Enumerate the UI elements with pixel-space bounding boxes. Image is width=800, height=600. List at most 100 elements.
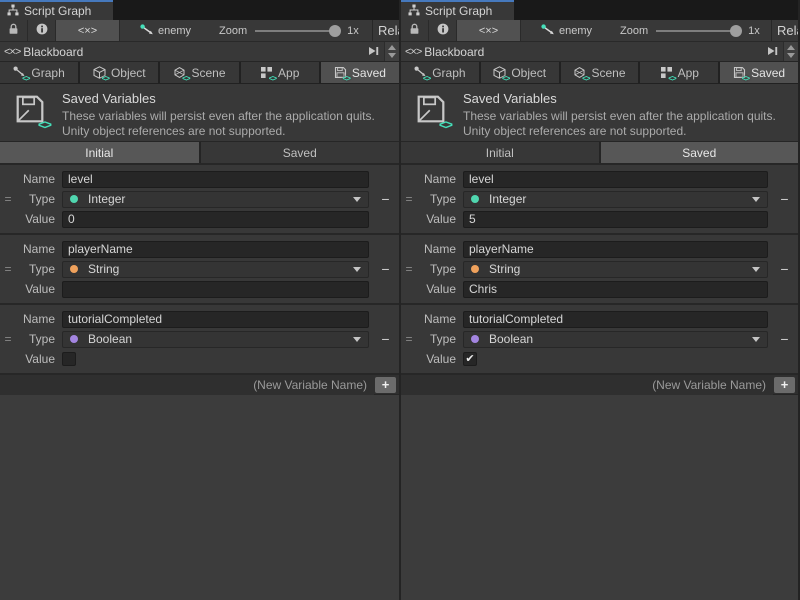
script-graph-window-tab[interactable]: Script Graph: [401, 0, 514, 20]
tab-initial[interactable]: Initial: [0, 142, 199, 163]
variable-name-input[interactable]: [62, 171, 369, 188]
new-variable-row: +: [0, 375, 399, 395]
add-variable-button[interactable]: +: [375, 377, 396, 393]
vs-brackets-icon: <>: [502, 75, 509, 83]
tab-saved[interactable]: <> Saved: [321, 62, 399, 83]
graph-toolbar: <×> enemy Zoom 1x Rela: [0, 20, 399, 42]
object-tab-icon: <>: [493, 66, 507, 80]
new-variable-input[interactable]: [401, 375, 773, 395]
variable-value-input[interactable]: [463, 281, 768, 298]
variable-group-tutorialcompleted: Name = Type Boolean −: [0, 305, 399, 373]
saved-variables-floppy-icon: <>: [415, 93, 449, 127]
type-value: Integer: [489, 192, 752, 206]
tab-label: Graph: [31, 66, 64, 80]
type-dropdown[interactable]: String: [463, 261, 768, 278]
tab-label: Scene: [591, 66, 625, 80]
drag-handle[interactable]: =: [401, 332, 417, 346]
tab-object[interactable]: <> Object: [80, 62, 158, 83]
scroll-up-icon[interactable]: [388, 45, 396, 50]
tab-app[interactable]: <> App: [241, 62, 319, 83]
drag-handle[interactable]: =: [401, 192, 417, 206]
tab-saved-state[interactable]: Saved: [601, 142, 799, 163]
drag-handle[interactable]: =: [0, 192, 16, 206]
variable-value-input[interactable]: [463, 211, 768, 228]
tab-saved[interactable]: <> Saved: [720, 62, 798, 83]
scroll-down-icon[interactable]: [388, 53, 396, 58]
scroll-up-icon[interactable]: [787, 45, 795, 50]
lock-button[interactable]: [0, 20, 28, 41]
zoom-slider-handle[interactable]: [329, 25, 341, 37]
tab-label: App: [278, 66, 299, 80]
tab-graph[interactable]: <> Graph: [401, 62, 479, 83]
script-graph-icon: [7, 4, 19, 19]
zoom-slider[interactable]: [656, 30, 740, 32]
type-dropdown[interactable]: Boolean: [463, 331, 768, 348]
drag-handle[interactable]: =: [401, 262, 417, 276]
graph-reference[interactable]: enemy: [140, 24, 191, 38]
tab-object[interactable]: <> Object: [481, 62, 559, 83]
info-text: Saved Variables These variables will per…: [463, 91, 776, 141]
type-dropdown[interactable]: Integer: [62, 191, 369, 208]
vs-brackets-icon: <>: [102, 75, 109, 83]
variables-list: Name = Type Integer −: [0, 163, 399, 375]
new-variable-input[interactable]: [0, 375, 374, 395]
tab-scene[interactable]: <> Scene: [160, 62, 238, 83]
info-button[interactable]: [429, 20, 457, 41]
script-graph-window-tab[interactable]: Script Graph: [0, 0, 113, 20]
variable-group-level: Name = Type Integer −: [401, 165, 798, 233]
tab-scene[interactable]: <> Scene: [561, 62, 639, 83]
variable-name-input[interactable]: [62, 241, 369, 258]
editor-panel: Script Graph: [399, 0, 798, 600]
tab-initial[interactable]: Initial: [401, 142, 599, 163]
value-row: Value ✔: [401, 350, 798, 368]
info-description-line1: These variables will persist even after …: [62, 109, 375, 124]
variables-toggle-button[interactable]: <×>: [457, 20, 521, 41]
remove-variable-button[interactable]: −: [372, 192, 399, 206]
variable-name-input[interactable]: [62, 311, 369, 328]
type-dropdown[interactable]: Boolean: [62, 331, 369, 348]
variables-icon: <×>: [479, 25, 498, 37]
name-label: Name: [16, 312, 62, 326]
type-dropdown[interactable]: String: [62, 261, 369, 278]
chevron-down-icon: [752, 337, 760, 342]
variable-value-input[interactable]: [62, 281, 369, 298]
remove-variable-button[interactable]: −: [372, 262, 399, 276]
variable-value-checkbox[interactable]: ✔: [463, 352, 477, 366]
graph-name-label: enemy: [158, 25, 191, 37]
dock-button[interactable]: [761, 45, 783, 59]
variable-name-input[interactable]: [463, 241, 768, 258]
tab-app[interactable]: <> App: [640, 62, 718, 83]
dock-icon: [367, 45, 379, 59]
scroll-down-icon[interactable]: [787, 53, 795, 58]
vs-brackets-icon: <>: [182, 75, 189, 83]
remove-variable-button[interactable]: −: [771, 192, 798, 206]
drag-handle[interactable]: =: [0, 262, 16, 276]
type-label: Type: [16, 332, 62, 346]
type-dropdown[interactable]: Integer: [463, 191, 768, 208]
tab-saved-state[interactable]: Saved: [201, 142, 400, 163]
tab-graph[interactable]: <> Graph: [0, 62, 78, 83]
remove-variable-button[interactable]: −: [771, 262, 798, 276]
zoom-slider[interactable]: [255, 30, 339, 32]
dock-button[interactable]: [362, 45, 384, 59]
saved-variables-info: <> Saved Variables These variables will …: [0, 84, 399, 142]
lock-button[interactable]: [401, 20, 429, 41]
tab-label: Initial: [486, 146, 514, 160]
variable-name-input[interactable]: [463, 171, 768, 188]
graph-tab-icon: <>: [13, 66, 27, 80]
value-state-tabs: Initial Saved: [401, 142, 798, 163]
remove-variable-button[interactable]: −: [372, 332, 399, 346]
variable-value-checkbox[interactable]: [62, 352, 76, 366]
graph-reference[interactable]: enemy: [541, 24, 592, 38]
drag-handle[interactable]: =: [0, 332, 16, 346]
blackboard-icon: <×>: [401, 46, 424, 58]
variables-toggle-button[interactable]: <×>: [56, 20, 120, 41]
variable-name-input[interactable]: [463, 311, 768, 328]
variable-value-input[interactable]: [62, 211, 369, 228]
zoom-slider-handle[interactable]: [730, 25, 742, 37]
add-variable-button[interactable]: +: [774, 377, 795, 393]
remove-variable-button[interactable]: −: [771, 332, 798, 346]
value-row: Value: [401, 280, 798, 298]
graph-toolbar: <×> enemy Zoom 1x Rela: [401, 20, 798, 42]
info-button[interactable]: [28, 20, 56, 41]
